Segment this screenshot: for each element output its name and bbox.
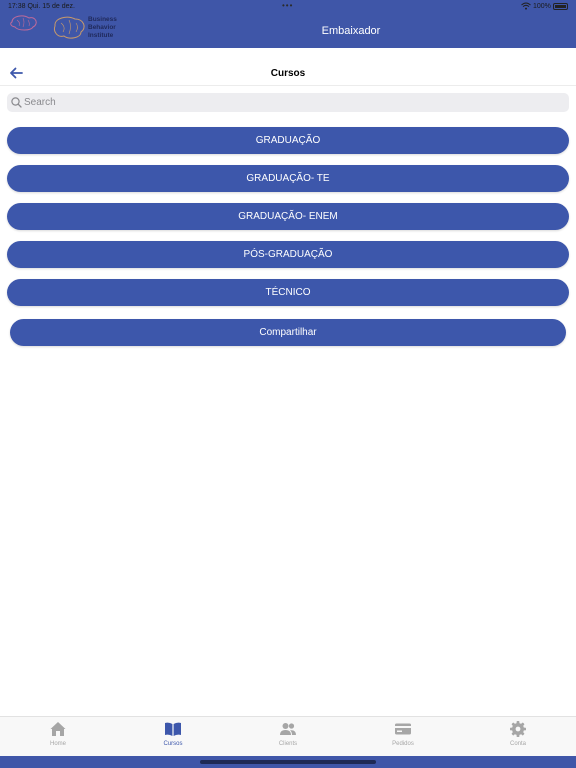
battery-percent: 100% <box>533 3 551 10</box>
header-title: Embaixador <box>321 25 381 37</box>
course-button-graduacao-te[interactable]: GRADUAÇÃO- TE <box>7 165 569 192</box>
status-bar: 17:38 Qui. 15 de dez. ••• 100% <box>0 0 576 14</box>
tab-bar: Home Cursos Clients Pedidos Conta <box>0 716 576 758</box>
course-button-tecnico[interactable]: TÉCNICO <box>7 279 569 306</box>
status-time: 17:38 Qui. 15 de dez. <box>8 3 75 10</box>
home-indicator[interactable] <box>200 760 376 764</box>
course-button-graduacao-enem[interactable]: GRADUAÇÃO- ENEM <box>7 203 569 230</box>
tab-conta[interactable]: Conta <box>478 720 558 747</box>
tab-pedidos-label: Pedidos <box>392 741 414 747</box>
tab-clients-label: Clients <box>278 741 298 747</box>
search-icon <box>11 97 22 108</box>
course-button-pos-graduacao[interactable]: PÓS-GRADUAÇÃO <box>7 241 569 268</box>
gear-icon <box>510 721 526 737</box>
search-bar[interactable] <box>7 93 569 112</box>
search-input[interactable] <box>24 95 559 110</box>
wifi-icon <box>521 2 531 10</box>
course-button-graduacao[interactable]: GRADUAÇÃO <box>7 127 569 154</box>
card-icon <box>395 723 411 735</box>
share-button[interactable]: Compartilhar <box>10 319 566 346</box>
users-icon <box>280 723 296 735</box>
page-title: Cursos <box>270 68 306 79</box>
nav-bar: Cursos <box>0 60 576 86</box>
tab-cursos-label: Cursos <box>163 741 183 747</box>
tab-pedidos[interactable]: Pedidos <box>363 720 443 747</box>
tab-conta-label: Conta <box>509 741 526 747</box>
tab-home[interactable]: Home <box>18 720 98 747</box>
tab-cursos[interactable]: Cursos <box>133 720 213 747</box>
app-header: 17:38 Qui. 15 de dez. ••• 100% Business … <box>0 0 576 48</box>
multitask-dots[interactable]: ••• <box>282 1 293 10</box>
tab-home-label: Home <box>49 741 66 747</box>
battery-icon <box>553 3 568 10</box>
book-icon <box>165 722 181 736</box>
home-icon <box>50 722 66 736</box>
tab-clients[interactable]: Clients <box>248 720 328 747</box>
